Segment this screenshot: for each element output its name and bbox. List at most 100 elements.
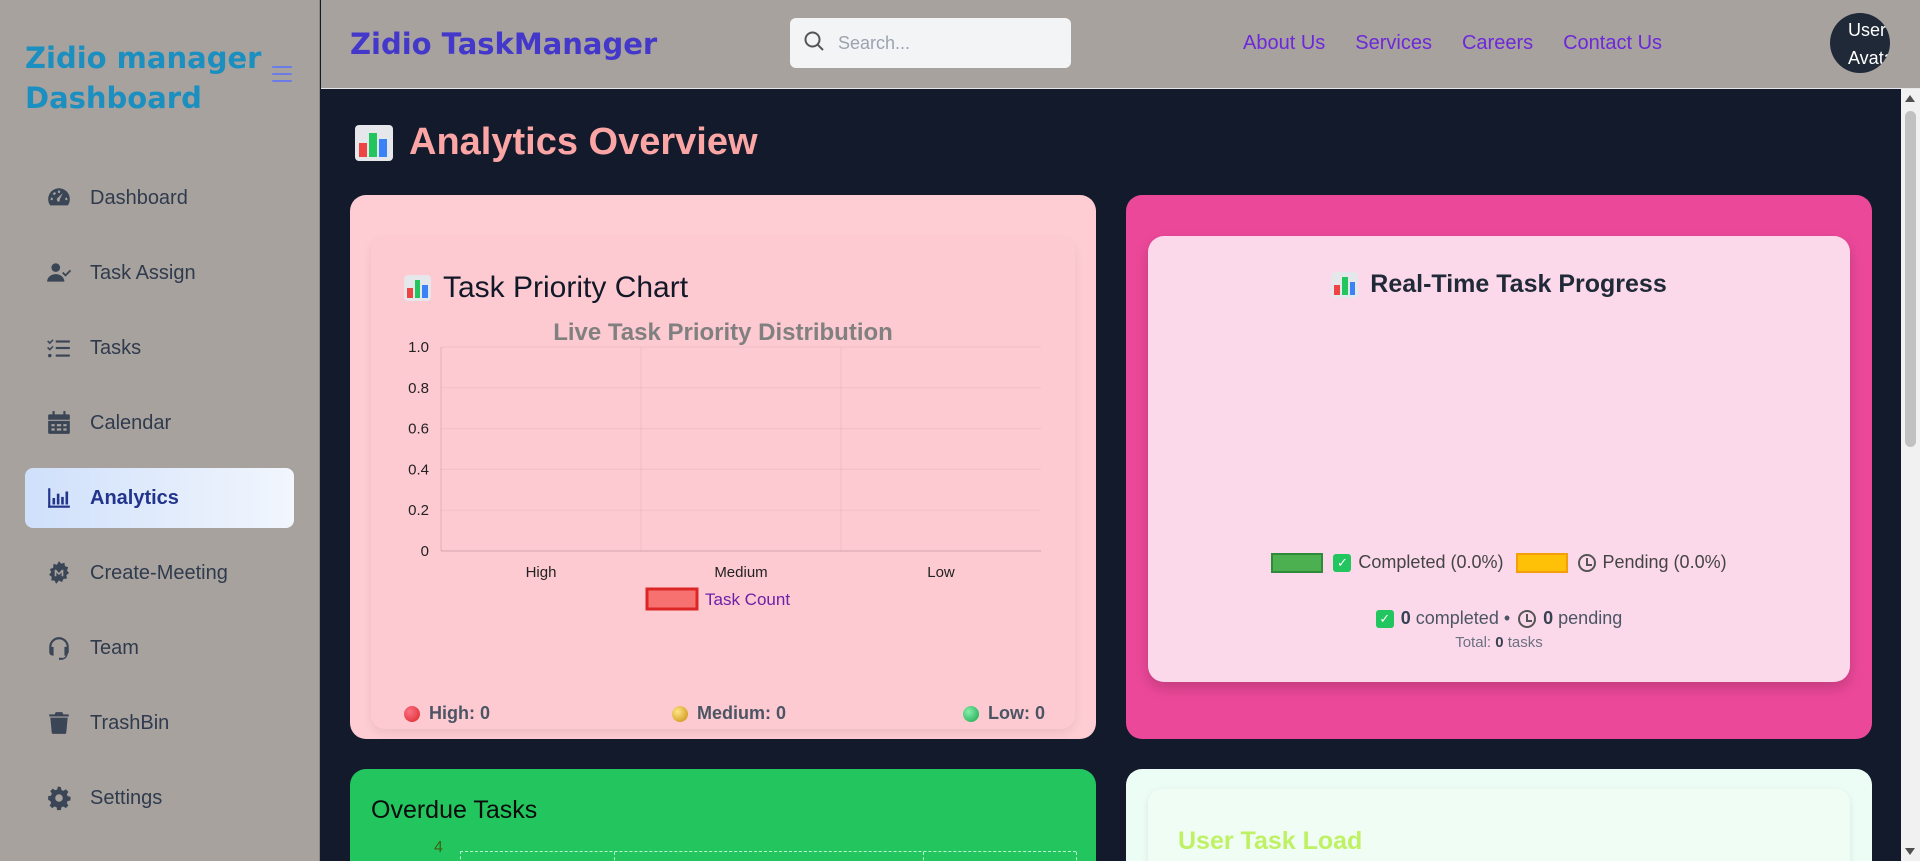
- priority-card: Task Priority Chart Live Task Priority D…: [350, 195, 1096, 739]
- check-icon: ✓: [1333, 553, 1352, 572]
- clock-icon: [1577, 553, 1596, 572]
- overdue-axis-value: 4: [434, 839, 443, 856]
- hamburger-menu-icon[interactable]: [272, 66, 292, 84]
- sidebar: Zidio manager Dashboard Dashboard Task A…: [0, 0, 320, 861]
- pending-swatch: [1515, 552, 1568, 573]
- x-tick-label: Medium: [714, 564, 767, 581]
- legend-label-task-count: Task Count: [705, 590, 790, 609]
- x-tick-label: Low: [927, 564, 955, 581]
- total-suffix: tasks: [1507, 634, 1543, 651]
- clock-icon: [1518, 609, 1537, 628]
- y-tick-label: 0.2: [408, 502, 429, 519]
- bar-chart-emoji-icon: [355, 124, 393, 161]
- nav-link-about-us[interactable]: About Us: [1243, 32, 1325, 55]
- top-nav: About Us Services Careers Contact Us: [1243, 32, 1662, 55]
- sidebar-item-settings[interactable]: Settings: [25, 768, 294, 828]
- scroll-up-icon[interactable]: [1905, 95, 1915, 102]
- top-bar: Zidio TaskManager About Us Services Care…: [321, 0, 1920, 89]
- list-check-icon: [45, 334, 73, 362]
- progress-card-inner: Real-Time Task Progress ✓ Completed (0.0…: [1148, 236, 1850, 682]
- medium-dot-icon: [672, 705, 688, 722]
- nav-link-careers[interactable]: Careers: [1462, 32, 1533, 55]
- avatar[interactable]: User Avatar: [1830, 13, 1890, 73]
- priority-bar-chart: 0 0.2 0.4 0.6 0.8 1.0 High Medium Low Task Count: [408, 339, 1041, 611]
- pending-count: 0: [1543, 608, 1554, 628]
- sidebar-item-tasks[interactable]: Tasks: [25, 318, 294, 378]
- sidebar-item-label: Tasks: [90, 336, 142, 359]
- low-stat: Low: 0: [963, 703, 1045, 724]
- priority-card-inner: Task Priority Chart Live Task Priority D…: [371, 237, 1075, 729]
- legend-swatch-task-count: [645, 587, 699, 611]
- sidebar-item-label: TrashBin: [90, 711, 170, 734]
- main-content: Analytics Overview Task Priority Chart L…: [321, 89, 1901, 861]
- page-title-text: Analytics Overview: [409, 121, 758, 163]
- app-title[interactable]: Zidio TaskManager: [350, 27, 657, 61]
- progress-card-heading: Real-Time Task Progress: [1148, 270, 1850, 299]
- total-count: 0: [1495, 634, 1504, 651]
- sidebar-brand: Zidio manager Dashboard: [25, 41, 262, 115]
- search-input[interactable]: [838, 32, 1058, 54]
- overdue-card: Overdue Tasks 4: [350, 769, 1096, 861]
- scroll-down-icon[interactable]: [1905, 848, 1915, 855]
- progress-legend: ✓ Completed (0.0%) Pending (0.0%): [1148, 552, 1850, 573]
- user-check-icon: [45, 259, 73, 287]
- user-task-load-heading: User Task Load: [1178, 827, 1363, 855]
- legend-pending[interactable]: Pending (0.0%): [1515, 552, 1727, 573]
- check-icon: ✓: [1375, 609, 1394, 628]
- low-stat-text: Low: 0: [988, 703, 1045, 723]
- sidebar-item-task-assign[interactable]: Task Assign: [25, 243, 294, 303]
- page-title: Analytics Overview: [355, 121, 758, 164]
- sidebar-item-label: Task Assign: [90, 261, 196, 284]
- sidebar-item-create-meeting[interactable]: Create-Meeting: [25, 543, 294, 603]
- high-stat-text: High: 0: [429, 703, 490, 723]
- medium-stat: Medium: 0: [672, 703, 786, 724]
- search-box[interactable]: [790, 18, 1071, 68]
- gauge-icon: [45, 184, 73, 212]
- priority-stats: High: 0 Medium: 0 Low: 0: [371, 703, 1075, 727]
- nav-link-contact-us[interactable]: Contact Us: [1563, 32, 1662, 55]
- overdue-chart-grid: [460, 851, 1077, 861]
- sidebar-item-trashbin[interactable]: TrashBin: [25, 693, 294, 753]
- progress-card: Real-Time Task Progress ✓ Completed (0.0…: [1126, 195, 1872, 739]
- completed-label: completed •: [1415, 608, 1511, 628]
- nav-link-services[interactable]: Services: [1355, 32, 1432, 55]
- completed-swatch: [1271, 552, 1324, 573]
- legend-completed[interactable]: ✓ Completed (0.0%): [1271, 552, 1504, 573]
- headset-icon: [45, 634, 73, 662]
- total-prefix: Total:: [1455, 634, 1492, 651]
- low-dot-icon: [963, 705, 979, 722]
- sidebar-item-dashboard[interactable]: Dashboard: [25, 168, 294, 228]
- y-tick-label: 0: [421, 543, 429, 560]
- user-task-load-card: User Task Load: [1126, 769, 1872, 861]
- legend-pending-label: Pending (0.0%): [1602, 552, 1727, 572]
- progress-total: Total: 0 tasks: [1148, 634, 1850, 651]
- bar-chart-icon: [45, 484, 73, 512]
- trash-icon: [45, 709, 73, 737]
- high-stat: High: 0: [404, 703, 490, 724]
- sidebar-item-label: Calendar: [90, 411, 172, 434]
- sidebar-item-label: Create-Meeting: [90, 561, 228, 584]
- search-icon: [802, 29, 826, 58]
- bar-chart-emoji-icon: [1331, 271, 1359, 298]
- sidebar-item-calendar[interactable]: Calendar: [25, 393, 294, 453]
- sidebar-item-label: Analytics: [90, 486, 179, 509]
- main-scrollbar[interactable]: [1901, 89, 1920, 861]
- progress-card-heading-text: Real-Time Task Progress: [1370, 270, 1667, 298]
- medium-stat-text: Medium: 0: [697, 703, 787, 723]
- sidebar-item-analytics[interactable]: Analytics: [25, 468, 294, 528]
- calendar-icon: [45, 409, 73, 437]
- sidebar-nav: Dashboard Task Assign Tasks Calendar Ana…: [25, 168, 294, 843]
- legend-completed-label: Completed (0.0%): [1358, 552, 1504, 572]
- sidebar-item-label: Settings: [90, 786, 163, 809]
- scrollbar-thumb[interactable]: [1905, 111, 1916, 447]
- overdue-card-heading: Overdue Tasks: [371, 796, 538, 824]
- y-tick-label: 0.4: [408, 461, 429, 478]
- meeting-icon: [45, 559, 73, 587]
- y-tick-label: 1.0: [408, 339, 429, 356]
- sidebar-item-label: Team: [90, 636, 139, 659]
- x-tick-label: High: [526, 564, 557, 581]
- y-tick-label: 0.8: [408, 380, 429, 397]
- gear-icon: [45, 784, 73, 812]
- high-dot-icon: [404, 705, 420, 722]
- sidebar-item-team[interactable]: Team: [25, 618, 294, 678]
